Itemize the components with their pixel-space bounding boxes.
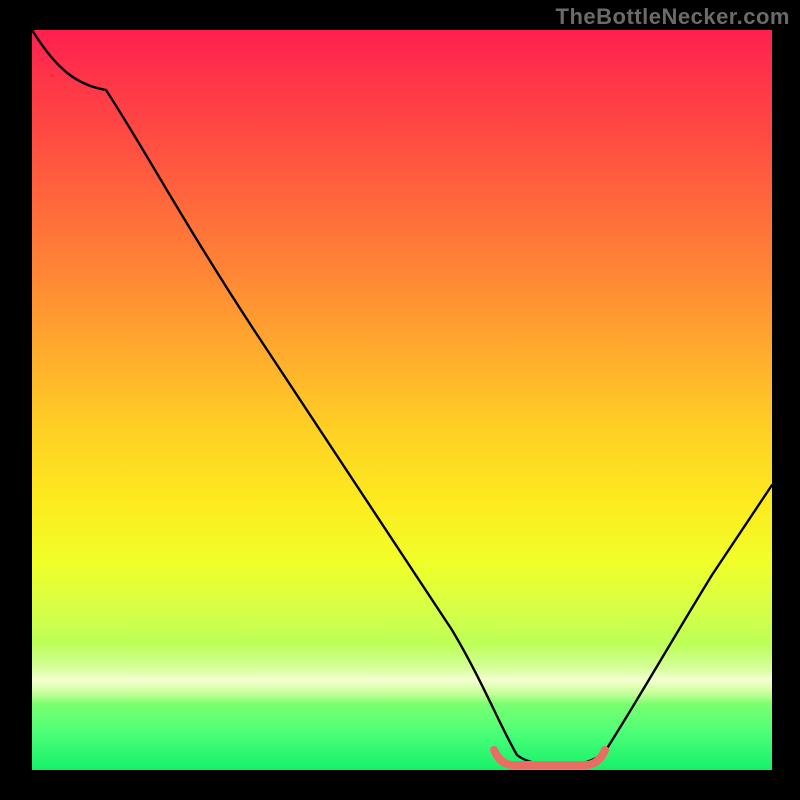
watermark-text: TheBottleNecker.com <box>556 4 790 30</box>
optimal-range-marker <box>494 750 605 765</box>
plot-area <box>32 30 772 770</box>
chart-frame: TheBottleNecker.com <box>0 0 800 800</box>
bottleneck-curve <box>32 30 772 765</box>
highlight-band <box>32 644 772 704</box>
curve-layer <box>32 30 772 770</box>
